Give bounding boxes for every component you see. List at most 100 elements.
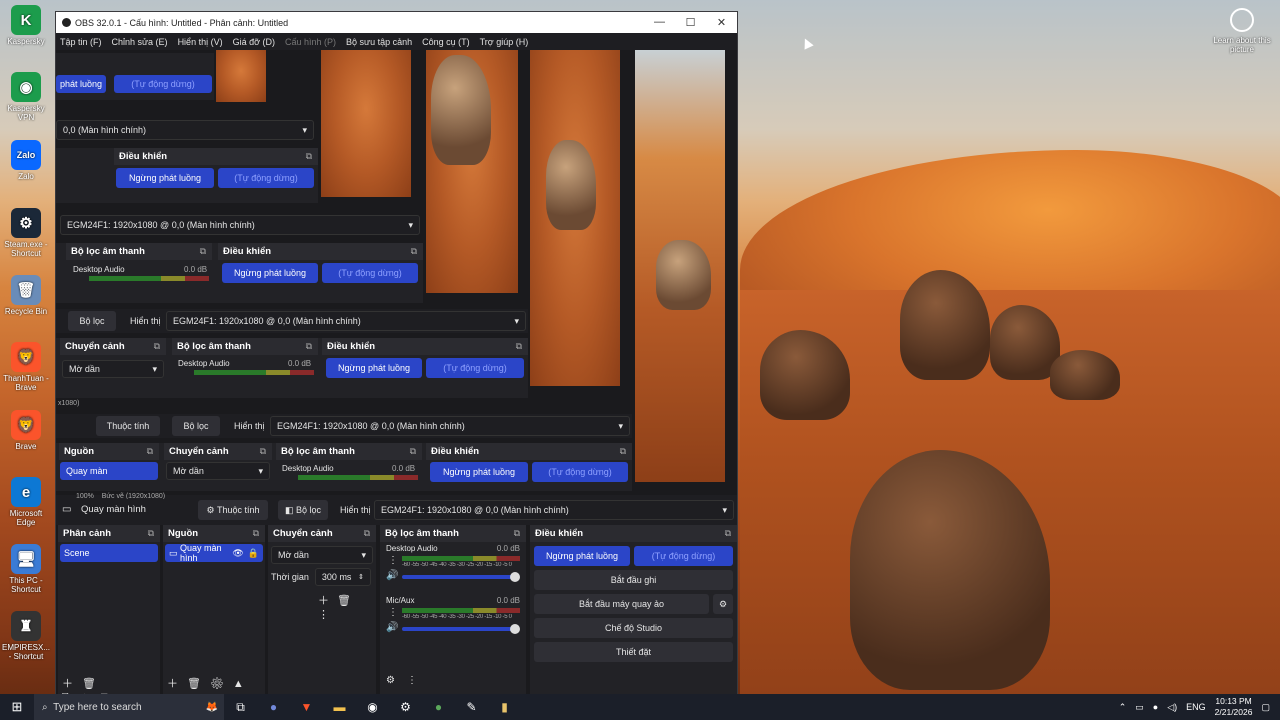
- source-toolbar-buttons[interactable]: ＋🗑⚙▲: [167, 675, 253, 691]
- desktop-icon-label: Zalo: [18, 172, 34, 181]
- display-select[interactable]: EGM24F1: 1920x1080 @ 0,0 (Màn hình chính…: [374, 500, 734, 520]
- stop-stream-button[interactable]: Ngừng phát luồng: [430, 462, 528, 482]
- auto-stop-button[interactable]: (Tự động dừng): [114, 75, 212, 93]
- volume-icon[interactable]: ◁): [1167, 702, 1177, 713]
- desktop-icon[interactable]: ♜ EMPIRESX... - Shortcut: [2, 611, 50, 661]
- nested-docks-fragment: Nguồn ⧉ Quay màn Chuyển cảnh ⧉ Mờ dần ▾ Bộ …: [56, 443, 632, 491]
- source-item[interactable]: Quay màn: [60, 462, 158, 480]
- display-select[interactable]: EGM24F1: 1920x1080 @ 0,0 (Màn hình chính…: [166, 311, 526, 331]
- network-icon[interactable]: ▭: [1135, 702, 1144, 713]
- microphone-icon[interactable]: ●: [1153, 702, 1158, 712]
- menu-tools[interactable]: Công cụ (T): [422, 37, 470, 47]
- filters-button[interactable]: ◧ Bộ lọc: [278, 500, 328, 520]
- desktop-icon[interactable]: Zalo Zalo: [2, 140, 50, 181]
- menu-edit[interactable]: Chỉnh sửa (E): [112, 37, 168, 47]
- minimize-button[interactable]: —: [644, 16, 675, 29]
- obs-icon[interactable]: ◉: [356, 700, 389, 714]
- studio-mode-button[interactable]: Chế độ Studio: [534, 618, 733, 638]
- close-button[interactable]: ✕: [706, 16, 737, 29]
- display-select[interactable]: EGM24F1: 1920x1080 @ 0,0 (Màn hình chính…: [270, 416, 630, 436]
- menu-file[interactable]: Tập tin (F): [60, 37, 102, 47]
- menu-docks[interactable]: Giá đỡ (D): [233, 37, 275, 47]
- desktop-icon[interactable]: 🗑 Recycle Bin: [2, 275, 50, 316]
- filters-button[interactable]: Bộ lọc: [172, 416, 220, 436]
- properties-button[interactable]: Thuộc tính: [96, 416, 160, 436]
- source-item[interactable]: ▭ Quay màn hình 👁 🔒: [165, 543, 263, 563]
- notification-icon[interactable]: ▢: [1261, 702, 1270, 713]
- language-indicator[interactable]: ENG: [1186, 702, 1206, 712]
- app-icon: e: [11, 477, 41, 507]
- scene-toolbar[interactable]: ＋🗑⧉▲▼: [62, 675, 160, 694]
- float-icon[interactable]: ⧉: [725, 528, 731, 539]
- auto-stop-button[interactable]: (Tự động dừng): [426, 358, 524, 378]
- speaker-icon[interactable]: 🔊: [386, 622, 398, 633]
- transition-toolbar[interactable]: ＋🗑⋮: [268, 592, 376, 621]
- start-record-button[interactable]: Bắt đầu ghi: [534, 570, 733, 590]
- auto-stop-button[interactable]: (Tự động dừng): [634, 546, 733, 566]
- desktop-icon[interactable]: 🦁 Brave: [2, 410, 50, 451]
- stop-stream-button[interactable]: Ngừng phát luồng: [222, 263, 318, 283]
- steam-icon[interactable]: ⚙: [389, 700, 422, 714]
- menu-scene-collection[interactable]: Bộ sưu tập cảnh: [346, 37, 412, 47]
- transition-select[interactable]: Mờ dần ▾: [271, 546, 373, 564]
- transition-select[interactable]: Mờ dần ▾: [62, 360, 164, 378]
- auto-stop-button[interactable]: (Tự động dừng): [322, 263, 418, 283]
- chevron-up-icon[interactable]: ⌃: [1119, 702, 1127, 713]
- auto-stop-button[interactable]: (Tự động dừng): [532, 462, 628, 482]
- desktop-icon[interactable]: ◉ Kaspersky VPN: [2, 72, 50, 122]
- scene-item[interactable]: Scene: [60, 544, 158, 562]
- brave-icon[interactable]: ▼: [290, 700, 323, 714]
- windows-start-icon[interactable]: ⊞: [0, 699, 34, 715]
- gear-icon: ⚙: [206, 504, 218, 515]
- desktop-icon[interactable]: e Microsoft Edge: [2, 477, 50, 527]
- menu-help[interactable]: Trợ giúp (H): [480, 37, 529, 47]
- duration-input[interactable]: 300 ms ⇕: [314, 568, 371, 586]
- discord-icon[interactable]: ●: [257, 700, 290, 714]
- selected-source-name: Quay màn hình: [81, 504, 146, 515]
- desktop-icon[interactable]: ⚙ Steam.exe - Shortcut: [2, 208, 50, 258]
- auto-stop-button[interactable]: (Tự động dừng): [218, 168, 314, 188]
- maximize-button[interactable]: ☐: [675, 16, 706, 29]
- obs-logo-icon: [62, 18, 71, 27]
- stop-stream-button[interactable]: Ngừng phát luồng: [326, 358, 422, 378]
- stop-stream-button[interactable]: Ngừng phát luồng: [116, 168, 214, 188]
- virtual-camera-button[interactable]: Bắt đầu máy quay ảo: [534, 594, 709, 614]
- learn-about-picture[interactable]: Learn about this picture: [1212, 8, 1272, 54]
- speaker-icon[interactable]: 🔊: [386, 570, 398, 581]
- display-select[interactable]: 0,0 (Màn hình chính) ▾: [56, 120, 314, 140]
- desktop-icon[interactable]: K Kaspersky: [2, 5, 50, 46]
- float-icon[interactable]: ⧉: [364, 528, 370, 539]
- desktop-icon[interactable]: 🖥 This PC - Shortcut: [2, 544, 50, 594]
- desktop-icon[interactable]: 🦁 ThanhTuan - Brave: [2, 342, 50, 392]
- properties-button[interactable]: ⚙ Thuộc tính: [198, 500, 268, 520]
- menu-profile[interactable]: Cấu hình (P): [285, 37, 336, 47]
- float-icon[interactable]: ⧉: [514, 528, 520, 539]
- more-options-icon[interactable]: ⋮: [388, 555, 398, 566]
- desktop-icon-label: Kaspersky VPN: [7, 104, 45, 122]
- transition-select[interactable]: Mờ dần ▾: [166, 462, 270, 480]
- preview-area[interactable]: phát luồng (Tự động dừng) 0,0 (Màn hình …: [56, 50, 737, 500]
- globe-icon[interactable]: ●: [422, 700, 455, 714]
- volume-slider[interactable]: [402, 624, 520, 634]
- stop-stream-button[interactable]: Ngừng phát luồng: [534, 546, 630, 566]
- file-explorer-icon[interactable]: ▬: [323, 700, 356, 714]
- mixer-toolbar[interactable]: ⚙⋮: [386, 675, 429, 686]
- pen-app-icon[interactable]: ▮: [488, 700, 521, 714]
- app-icon[interactable]: ✎: [455, 700, 488, 714]
- eye-icon[interactable]: 👁: [232, 548, 243, 559]
- filters-button[interactable]: Bộ lọc: [68, 311, 116, 331]
- stop-stream-button[interactable]: phát luồng: [56, 75, 106, 93]
- app-icon: 🦁: [11, 342, 41, 372]
- clock[interactable]: 10:13 PM 2/21/2026: [1215, 696, 1253, 718]
- float-icon[interactable]: ⧉: [148, 528, 154, 539]
- virtual-camera-settings-button[interactable]: ⚙: [713, 594, 733, 614]
- menu-view[interactable]: Hiển thị (V): [178, 37, 223, 47]
- taskbar-search[interactable]: ⌕ Type here to search 🦊: [34, 694, 224, 720]
- settings-button[interactable]: Thiết đặt: [534, 642, 733, 662]
- lock-icon[interactable]: 🔒: [248, 548, 259, 559]
- float-icon[interactable]: ⧉: [253, 528, 259, 539]
- task-view-icon[interactable]: ⧉: [224, 700, 257, 715]
- volume-slider[interactable]: [402, 572, 520, 582]
- more-options-icon[interactable]: ⋮: [388, 607, 398, 618]
- display-select[interactable]: EGM24F1: 1920x1080 @ 0,0 (Màn hình chính…: [60, 215, 420, 235]
